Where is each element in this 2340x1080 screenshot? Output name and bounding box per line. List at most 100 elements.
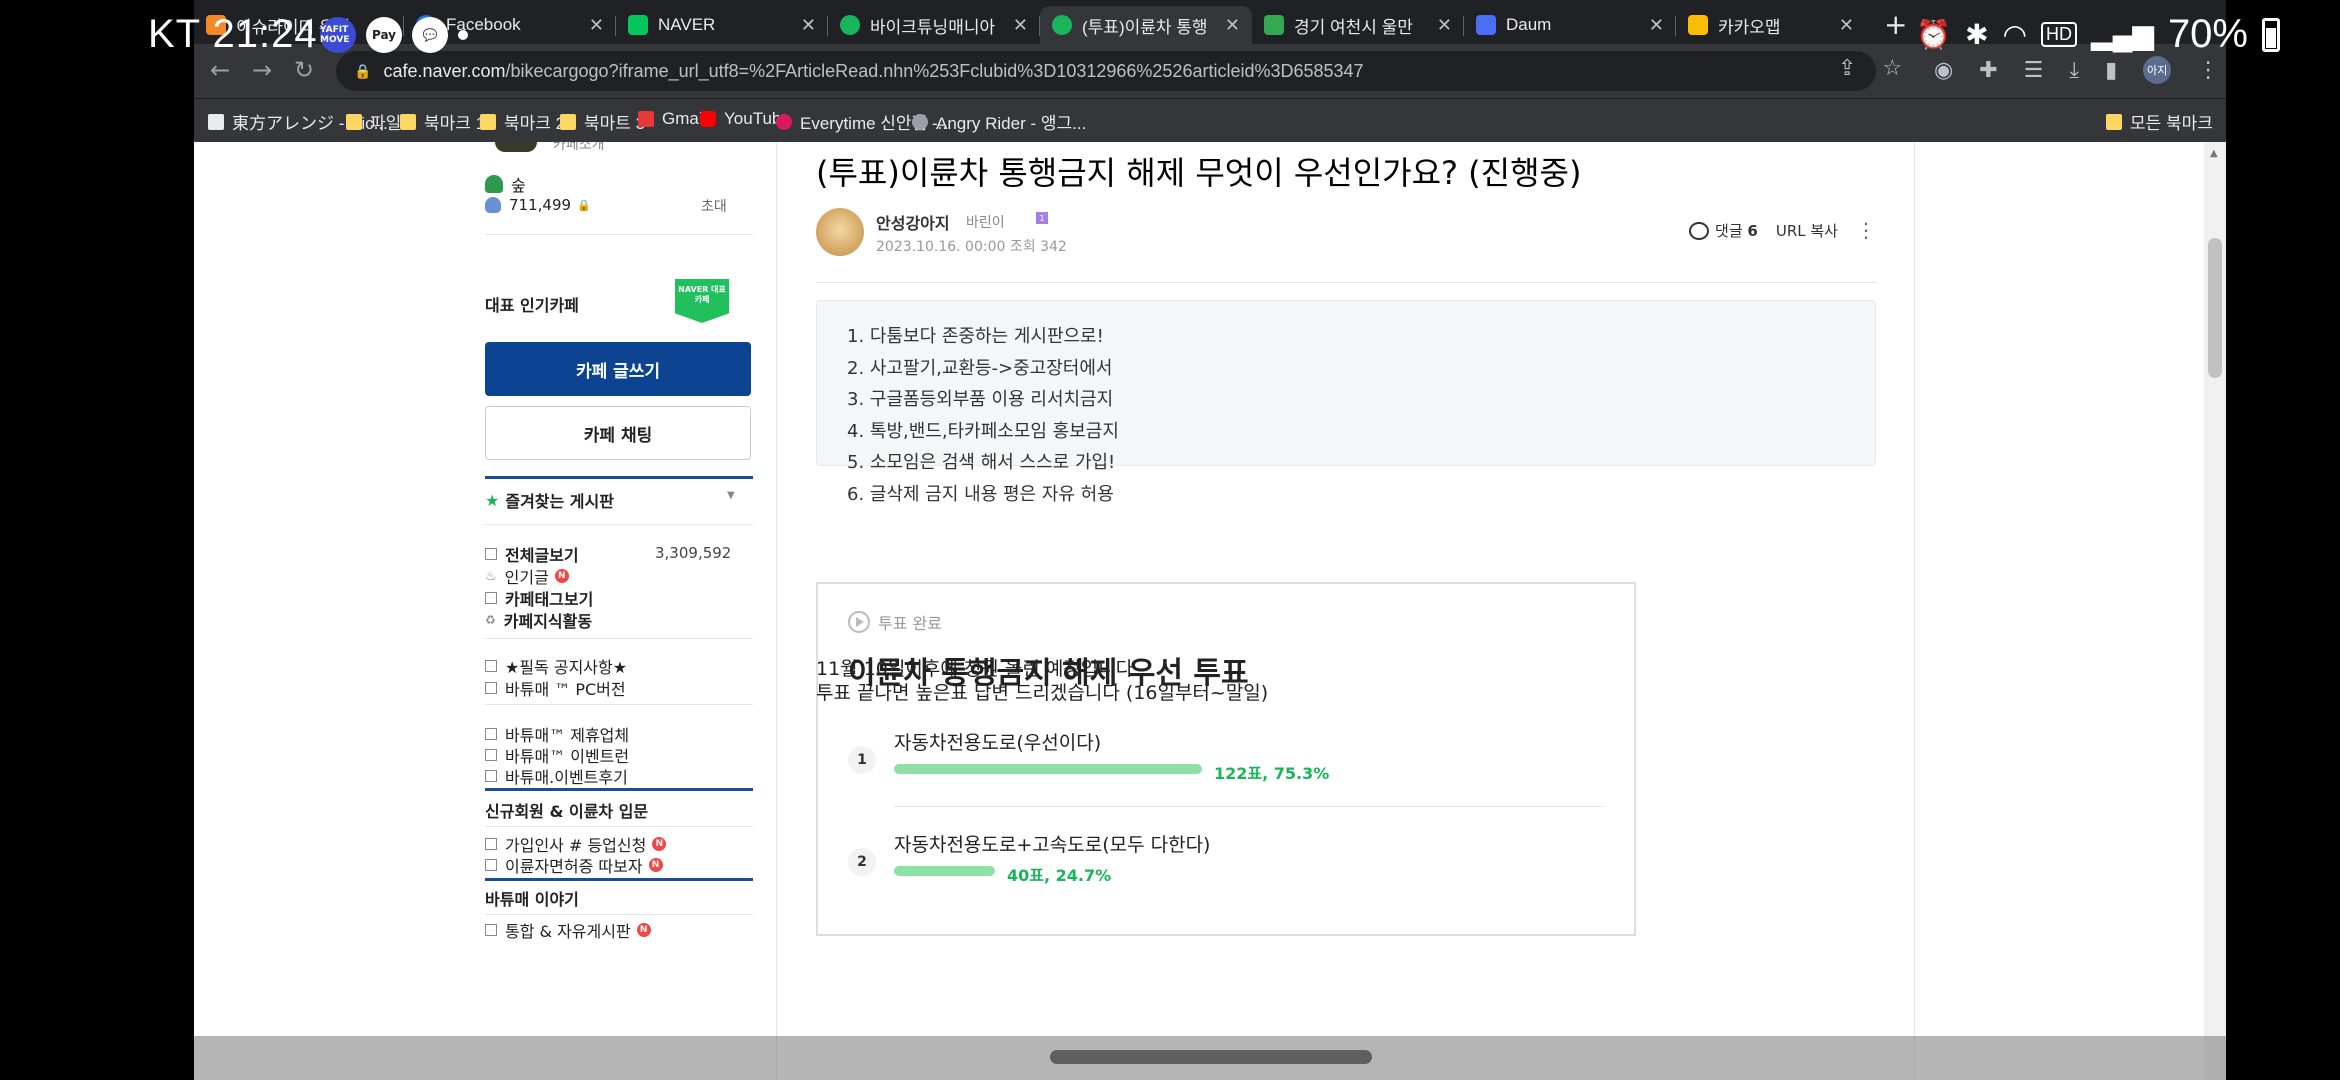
folder-icon [400,113,416,130]
tab-7[interactable]: 카카오맵 ✕ [1676,6,1866,44]
tab-close-icon[interactable]: ✕ [1225,15,1240,36]
globe-icon [912,113,928,130]
menu-free-board[interactable]: 통합 & 자유게시판 N [485,918,651,942]
lock-icon: 🔒 [577,198,591,212]
menu-license[interactable]: 이륜자면허증 따보자 N [485,853,663,877]
option-divider [894,806,1604,807]
notice-line: 4. 톡방,밴드,타카페소모임 홍보금지 [847,420,1119,442]
author-avatar[interactable] [816,208,864,256]
tab-close-icon[interactable]: ✕ [1649,15,1664,36]
tab-2[interactable]: NAVER ✕ [616,6,828,44]
bookmark-gmail[interactable]: Gmail [638,109,706,129]
daum-icon [1476,15,1496,35]
option-bar [894,764,1202,774]
page-scrollbar[interactable]: ▲ [2204,142,2226,1080]
bookmark-star-icon[interactable]: ☆ [1882,56,1902,81]
download-icon[interactable]: ⤓ [2069,58,2079,83]
extension-icon[interactable]: ◉ [1934,58,1953,83]
menu-icon[interactable]: ⋮ [2197,58,2219,83]
body-line: 투표 끝나면 높은표 답변 드리겠습니다 (16일부터~말일) [816,682,1269,704]
tab-close-icon[interactable]: ✕ [1013,15,1028,36]
menu-label: 바튜매.이벤트후기 [505,768,628,787]
board-icon [485,548,497,560]
article-views: 조회 342 [1009,239,1067,255]
menu-all-posts[interactable]: 전체글보기 [485,542,579,566]
comment-count: 6 [1747,221,1758,240]
reload-icon[interactable]: ↻ [294,56,314,84]
carrier-label: KT [148,12,201,56]
member-row[interactable]: 711,499 🔒 [485,196,591,214]
author-name[interactable]: 안성강아지 [876,210,950,234]
invite-link[interactable]: 초대 [701,196,727,216]
puzzle-icon[interactable]: ✚ [1979,58,1997,83]
browser-window: 이슈라이더 유입 ✕ Facebook ✕ NAVER ✕ 바이크튜닝매니아 ✕… [194,0,2226,1080]
new-tab-button[interactable]: + [1884,8,1907,41]
side-panel-icon[interactable]: ▮ [2105,58,2117,83]
bookmark-folder[interactable]: 북마크 1 [400,109,485,134]
bookmarks-bar: 東方アレンジ - Nic... 파일 북마크 1 북마크 2 북마트 3 Gma… [194,98,2226,142]
tab-title: 이슈라이더 유입 [236,17,351,37]
menu-label: 인기글 [504,568,549,587]
tab-0[interactable]: 이슈라이더 유입 ✕ [194,6,404,44]
column-divider [776,142,777,1080]
home-gesture-handle[interactable] [1050,1050,1372,1064]
battery-icon [2262,17,2280,52]
tab-title: 카카오맵 [1718,17,1781,37]
tab-close-icon[interactable]: ✕ [1839,15,1854,36]
menu-label: 전체글보기 [505,546,579,565]
tab-close-icon[interactable]: ✕ [589,15,604,36]
tab-active[interactable]: (투표)이륜차 통행 ✕ [1040,6,1252,44]
scroll-up-icon[interactable]: ▲ [2210,148,2218,159]
notice-line: 3. 구글폼등외부품 이용 리서치금지 [847,389,1114,410]
new-badge: N [652,837,667,851]
tab-6[interactable]: Daum ✕ [1464,6,1676,44]
notice-box: 1. 다툼보다 존중하는 게시판으로! 2. 사고팔기,교환등->중고장터에서 … [816,300,1876,505]
share-icon[interactable]: ⇪ [1838,56,1856,81]
folder-icon [2106,113,2122,130]
menu-event-review[interactable]: 바튜매.이벤트후기 [485,764,628,788]
bookmark-label: 파일 [370,114,402,133]
tab-5[interactable]: 경기 여천시 울만 ✕ [1252,6,1464,44]
board-icon [485,682,497,694]
everytime-icon [776,113,792,130]
back-icon[interactable]: ← [210,56,230,84]
article-title: (투표)이륜차 통행금지 해제 무엇이 우선인가요? (진행중) [816,154,1582,192]
address-bar[interactable]: 🔒 cafe.naver.com/bikecargogo?iframe_url_… [336,51,1876,91]
board-icon [485,924,497,936]
comment-link[interactable]: 댓글 6 [1689,220,1758,241]
menu-knowledge[interactable]: ♻ 카페지식활동 [485,608,592,632]
bookmark-label: 북마트 3 [584,114,646,133]
tab-close-icon[interactable]: ✕ [801,15,816,36]
reading-list-icon[interactable]: ☰ [2024,58,2044,83]
toolbar-extensions: ◉ ✚ ☰ ⤓ ▮ 아지 ⋮ [1934,56,2219,84]
menu-tags[interactable]: 카페태그보기 [485,586,593,610]
chevron-down-icon[interactable]: ▼ [727,490,735,501]
bookmark-item[interactable]: Angry Rider - 앵그... [912,109,1086,134]
kakaomap-icon [1688,15,1708,35]
menu-popular[interactable]: ♨ 인기글 N [485,564,569,588]
scroll-thumb[interactable] [2208,238,2222,378]
all-bookmarks[interactable]: 모든 북마크 [2106,109,2213,134]
notice-line: 2. 사고팔기,교환등->중고장터에서 [847,357,1113,379]
tab-close-icon[interactable]: ✕ [1437,15,1452,36]
forward-icon[interactable]: → [252,56,272,84]
profile-avatar[interactable]: 아지 [2143,56,2172,84]
menu-pc-version[interactable]: 바튜매 ™ PC버전 [485,676,626,700]
cafe-chat-button[interactable]: 카페 채팅 [485,406,751,460]
url-copy-button[interactable]: URL 복사 [1776,220,1838,241]
tab-close-icon[interactable]: ✕ [377,15,392,36]
more-icon[interactable]: ⋮ [1856,218,1876,242]
option-number: 2 [848,848,876,876]
poll-status: 투표 완료 [848,610,942,634]
favorites-header[interactable]: ★ 즐겨찾는 게시판 [485,488,614,512]
bookmark-folder[interactable]: 파일 [346,109,401,134]
tab-3[interactable]: 바이크튜닝매니아 ✕ [828,6,1040,44]
section-story: 바튜매 이야기 [485,890,579,909]
star-icon: ★ [485,490,500,510]
menu-notice[interactable]: ★필독 공지사항★ [485,654,627,678]
cafe-write-button[interactable]: 카페 글쓰기 [485,342,751,396]
site-info-icon[interactable]: 🔒 [354,63,371,80]
bookmark-folder[interactable]: 북마트 3 [560,109,645,134]
tab-1[interactable]: Facebook ✕ [404,6,616,44]
bookmark-folder[interactable]: 북마크 2 [480,109,565,134]
